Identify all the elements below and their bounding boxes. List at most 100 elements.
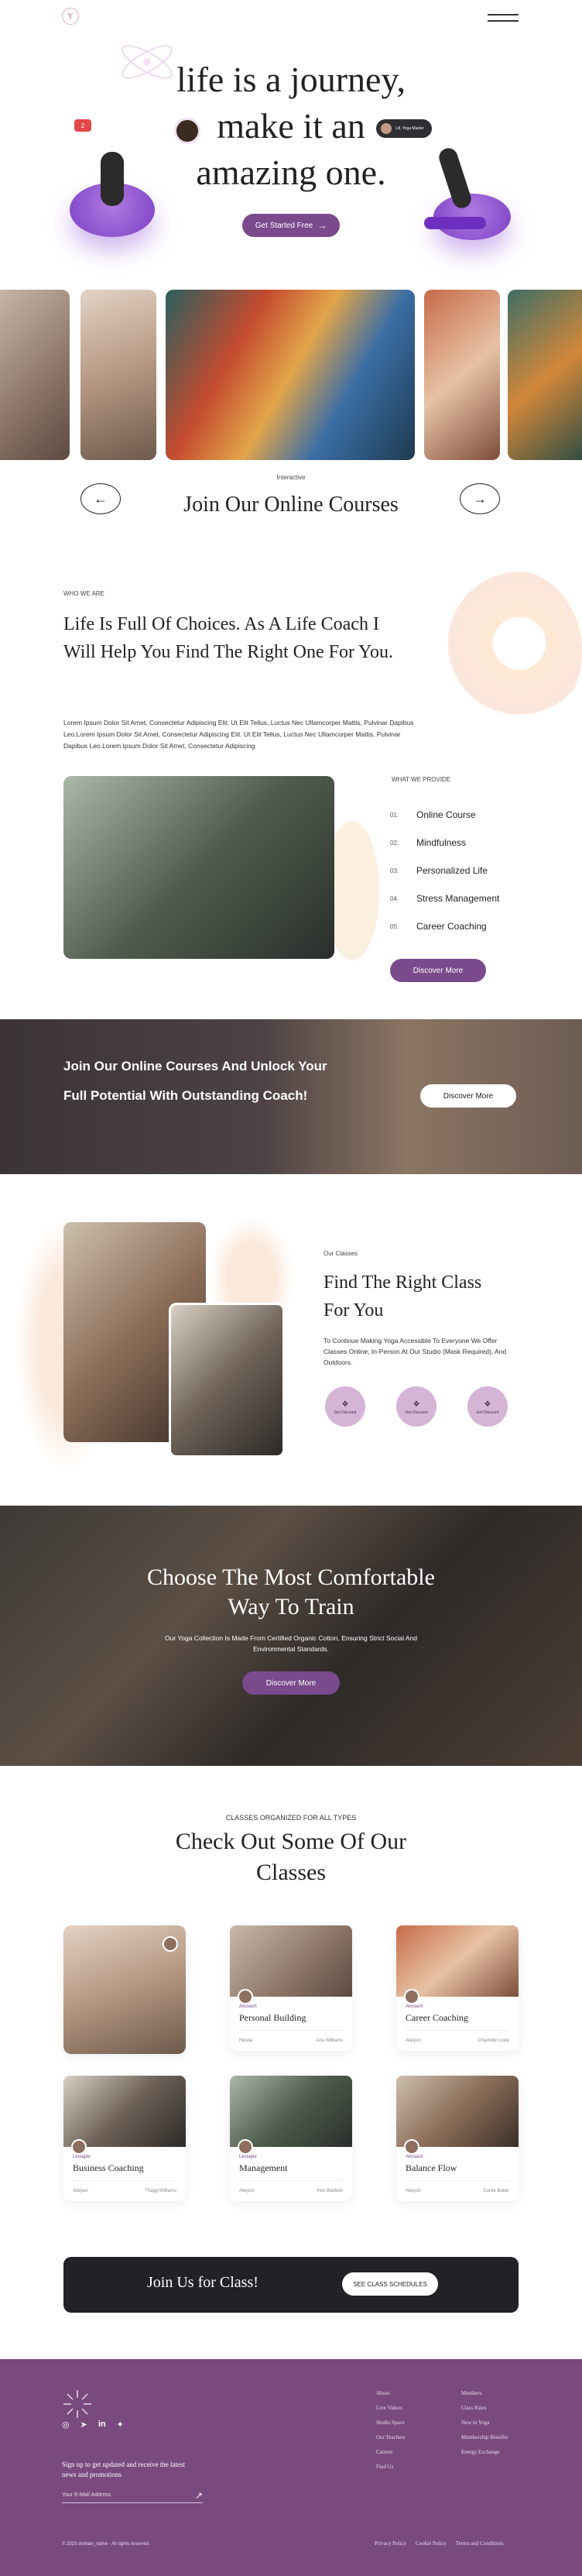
instagram-icon[interactable]: ◎ [62, 2420, 70, 2430]
class-card-meta-left: Alleyon [73, 2189, 88, 2193]
list-item: 02. Mindfulness [390, 837, 467, 848]
telegram-icon[interactable]: ➤ [80, 2420, 87, 2430]
class-card-meta-left: Hestia [239, 2038, 253, 2043]
about-discover-button[interactable]: Discover More [390, 959, 486, 982]
footer-email-placeholder: Your E-Mail Address [62, 2492, 111, 2498]
class-card-image [63, 2076, 186, 2147]
gift-icon: ❖ [413, 1400, 420, 1409]
cookie-policy-link[interactable]: Cookie Policy [416, 2540, 447, 2547]
footer-link[interactable]: Studio Space [376, 2420, 405, 2426]
class-card-tag: Allcoach [406, 2004, 423, 2009]
arrow-right-icon: → [317, 220, 327, 231]
find-class-title: Find The Right Class For You [324, 1273, 482, 1321]
class-card-meta-left: Alleyon [239, 2189, 255, 2193]
classes-kicker: CLASSES ORGANIZED FOR ALL TYPES [225, 1814, 357, 1822]
get-started-button[interactable]: Get Started Free → [242, 214, 340, 237]
profile-chip-label: Lili, Yoga Master [395, 126, 424, 131]
footer-link[interactable]: Live Videos [376, 2405, 405, 2411]
class-card[interactable]: Lestaple Business Coaching Alleyon Thagg … [63, 2076, 186, 2201]
footer-link[interactable]: Members [461, 2390, 508, 2396]
strip-photo-5 [508, 290, 582, 460]
class-card[interactable]: Allcoach Personal Building Hestia Ana Wil… [230, 1925, 352, 2051]
class-card[interactable]: Allcoach Career Coaching Alleyon Charlott… [396, 1925, 519, 2051]
discount-badge[interactable]: ❖ Get Discount [396, 1386, 436, 1427]
find-class-body: To Continue Making Yoga Accessible To Ev… [324, 1337, 507, 1366]
strip-photo-1 [0, 290, 70, 460]
class-card[interactable]: Allcoach Balance Flow Alleyon Corde Baker [396, 2076, 519, 2201]
class-card-tag: Allcoach [406, 2155, 423, 2159]
privacy-policy-link[interactable]: Privacy Policy [375, 2540, 406, 2547]
class-schedules-button[interactable]: SEE CLASS SCHEDULES [342, 2272, 438, 2296]
class-card[interactable]: Lestaple Management Alleyon Ken Baldwin [230, 2076, 352, 2201]
gift-icon: ❖ [484, 1400, 491, 1409]
join-bar-text: Join Us for Class! [147, 2274, 258, 2291]
class-card-title: Personal Building [239, 2012, 306, 2023]
footer-signup-text: Sign up to get updated and receive the l… [62, 2461, 185, 2478]
footer-link[interactable]: About [376, 2390, 405, 2396]
footer-link[interactable]: Energy Exchange [461, 2449, 508, 2455]
class-card-tag: Allcoach [239, 2004, 257, 2009]
avatar [174, 118, 200, 144]
courses-kicker: Interactive [276, 474, 306, 481]
classes-title: Check Out Some Of Our Classes [175, 1829, 407, 1885]
get-started-label: Get Started Free [255, 221, 313, 230]
banner-discover-button[interactable]: Discover More [420, 1084, 516, 1108]
discount-badge[interactable]: ❖ Get Discount [467, 1386, 508, 1427]
comfortable-title: Choose The Most Comfortable Way To Train [147, 1564, 435, 1619]
avatar [404, 2139, 419, 2155]
avatar [238, 2139, 253, 2155]
strip-photo-4 [424, 290, 500, 460]
class-card-meta-right: Corde Baker [483, 2189, 509, 2193]
class-card-meta-right: Ana Williams [316, 2038, 343, 2043]
strip-photo-3 [166, 290, 415, 460]
avatar [404, 1989, 419, 2004]
banner-text: Join Our Online Courses And Unlock Your … [63, 1059, 327, 1103]
class-card-title: Management [239, 2162, 288, 2173]
comfortable-discover-button[interactable]: Discover More [242, 1671, 340, 1695]
footer-link[interactable]: Careers [376, 2449, 405, 2455]
terms-link[interactable]: Terms and Conditions [456, 2540, 504, 2547]
avatar [238, 1989, 253, 2004]
twitter-icon[interactable]: ✦ [117, 2420, 124, 2430]
class-card-meta-right: Thagg Williams [144, 2189, 176, 2193]
yoga-figure-right [418, 139, 511, 240]
class-card-meta-left: Alleyon [406, 2038, 421, 2043]
about-photo [63, 776, 334, 959]
next-arrow-button[interactable]: → [460, 483, 500, 514]
gift-icon: ❖ [341, 1400, 349, 1409]
class-card-tag: Lestaple [239, 2155, 257, 2159]
footer-link[interactable]: New to Yoga [461, 2420, 508, 2426]
footer-link[interactable]: Membership Benefits [461, 2434, 508, 2440]
logo[interactable]: Y [62, 8, 79, 25]
list-item: 05. Career Coaching [390, 921, 487, 932]
footer-link[interactable]: Find Us [376, 2464, 405, 2470]
find-class-kicker: Our Classes [324, 1250, 358, 1257]
footer-logo-icon [62, 2389, 93, 2420]
discount-badge[interactable]: ❖ Get Discount [325, 1386, 365, 1427]
footer-link[interactable]: Our Teachers [376, 2434, 405, 2440]
footer-email-field[interactable]: Your E-Mail Address ↗ [62, 2488, 203, 2503]
class-card-meta-right: Charlotte Lowe [478, 2038, 509, 2043]
class-card-image [396, 1925, 519, 1997]
class-card-meta-right: Ken Baldwin [317, 2189, 343, 2193]
about-kicker: WHO WE ARE [63, 590, 104, 597]
class-card[interactable] [63, 1925, 186, 2054]
strip-photo-2 [80, 290, 156, 460]
provide-kicker: WHAT WE PROVIDE [392, 776, 451, 783]
linkedin-icon[interactable]: in [98, 2420, 106, 2430]
prev-arrow-button[interactable]: ← [80, 483, 121, 514]
class-card-tag: Lestaple [73, 2155, 91, 2159]
footer-col-1: About Live Videos Studio Space Our Teach… [376, 2390, 405, 2478]
footer-link[interactable]: Class Rates [461, 2405, 508, 2411]
list-item: 04. Stress Management [390, 893, 500, 904]
list-item: 03. Personalized Life [390, 865, 488, 876]
class-card-image [396, 2076, 519, 2147]
avatar [71, 2139, 87, 2155]
footer-col-2: Members Class Rates New to Yoga Membersh… [461, 2390, 508, 2464]
class-card-image [230, 2076, 352, 2147]
class-card-title: Balance Flow [406, 2162, 457, 2173]
yoga-figure-left [70, 152, 155, 237]
send-arrow-icon[interactable]: ↗ [195, 2490, 203, 2501]
menu-icon[interactable] [488, 14, 519, 23]
class-card-meta-left: Alleyon [406, 2189, 421, 2193]
